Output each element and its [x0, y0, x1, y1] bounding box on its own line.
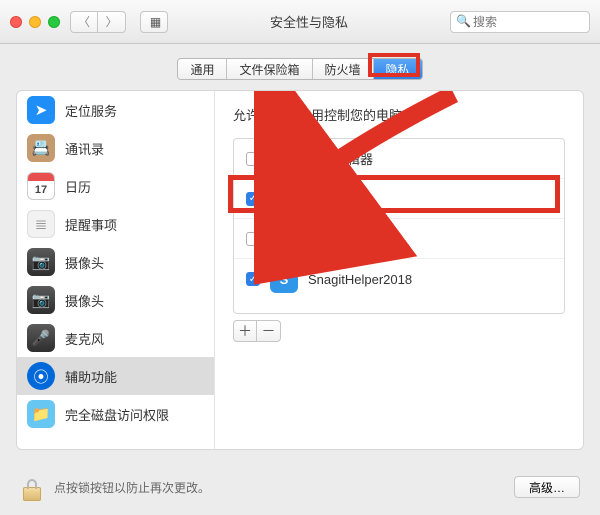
sidebar-icon: 🎤	[27, 324, 55, 352]
app-checkbox[interactable]: ✓	[246, 192, 260, 206]
close-icon[interactable]	[10, 16, 22, 28]
window-controls	[10, 16, 60, 28]
sidebar-item-label: 通讯录	[65, 139, 104, 158]
sidebar-item-label: 日历	[65, 177, 91, 196]
app-icon: ✎	[270, 145, 298, 173]
tab-0[interactable]: 通用	[178, 59, 227, 79]
app-name: Snagit 2018	[308, 231, 377, 246]
sidebar-icon: 📷	[27, 286, 55, 314]
app-name: AnyDesk	[308, 191, 360, 206]
search-wrap: 🔍	[450, 11, 590, 33]
sidebar-icon: ➤	[27, 96, 55, 124]
sidebar-item-label: 完全磁盘访问权限	[65, 405, 169, 424]
sidebar-icon: 📁	[27, 400, 55, 428]
sidebar-item-4[interactable]: 📷 摄像头	[17, 243, 214, 281]
sidebar-item-0[interactable]: ➤ 定位服务	[17, 91, 214, 129]
sidebar-item-label: 摄像头	[65, 253, 104, 272]
app-checkbox[interactable]	[246, 232, 260, 246]
search-input[interactable]	[450, 11, 590, 33]
footer: 点按锁按钮以防止再次更改。 高级…	[0, 459, 600, 515]
sidebar-item-label: 定位服务	[65, 101, 117, 120]
sidebar-item-2[interactable]: 17 日历	[17, 167, 214, 205]
sidebar-icon: 17	[27, 172, 55, 200]
app-name: 脚本编辑器	[308, 149, 373, 168]
tab-2[interactable]: 防火墙	[313, 59, 374, 79]
sidebar-item-1[interactable]: 📇 通讯录	[17, 129, 214, 167]
app-name: SnagitHelper2018	[308, 272, 412, 287]
sidebar-item-7[interactable]: ⦿ 辅助功能	[17, 357, 214, 395]
sidebar-item-label: 提醒事项	[65, 215, 117, 234]
content-heading: 允许下面的应用控制您的电脑。	[233, 105, 565, 124]
sidebar: ➤ 定位服务 📇 通讯录 17 日历 ≣ 提醒事项 📷 摄像头 📷 摄像头 🎤 麦克风 ⦿ 辅助功能 📁 完全磁盘…	[17, 91, 215, 449]
sidebar-item-5[interactable]: 📷 摄像头	[17, 281, 214, 319]
titlebar: 〈 〉 ▦ 安全性与隐私 🔍	[0, 0, 600, 44]
app-list: ✎ 脚本编辑器 ✓ ◆ AnyDesk S Snagit 2018 ✓ S SnagitHelpe…	[233, 138, 565, 314]
forward-button[interactable]: 〉	[98, 11, 126, 33]
app-row-0[interactable]: ✎ 脚本编辑器	[234, 139, 564, 179]
sidebar-item-label: 辅助功能	[65, 367, 117, 386]
content-area: 允许下面的应用控制您的电脑。 ✎ 脚本编辑器 ✓ ◆ AnyDesk S Snagit 20…	[215, 91, 583, 449]
app-row-1[interactable]: ✓ ◆ AnyDesk	[234, 179, 564, 219]
sidebar-icon: ⦿	[27, 362, 55, 390]
sidebar-icon: 📇	[27, 134, 55, 162]
app-row-2[interactable]: S Snagit 2018	[234, 219, 564, 259]
app-checkbox[interactable]	[246, 152, 260, 166]
back-button[interactable]: 〈	[70, 11, 98, 33]
app-icon: S	[270, 225, 298, 253]
sidebar-item-label: 麦克风	[65, 329, 104, 348]
sidebar-item-6[interactable]: 🎤 麦克风	[17, 319, 214, 357]
app-row-3[interactable]: ✓ S SnagitHelper2018	[234, 259, 564, 299]
add-button[interactable]: ＋	[233, 320, 257, 342]
minimize-icon[interactable]	[29, 16, 41, 28]
main-panel: ➤ 定位服务 📇 通讯录 17 日历 ≣ 提醒事项 📷 摄像头 📷 摄像头 🎤 麦克风 ⦿ 辅助功能 📁 完全磁盘…	[16, 90, 584, 450]
tab-3[interactable]: 隐私	[374, 59, 422, 79]
advanced-button[interactable]: 高级…	[514, 476, 580, 498]
lock-text: 点按锁按钮以防止再次更改。	[54, 479, 504, 496]
sidebar-item-3[interactable]: ≣ 提醒事项	[17, 205, 214, 243]
app-icon: ◆	[270, 185, 298, 213]
app-icon: S	[270, 265, 298, 293]
sidebar-icon: ≣	[27, 210, 55, 238]
show-all-button[interactable]: ▦	[140, 11, 168, 33]
lock-icon[interactable]	[20, 473, 44, 501]
remove-button[interactable]: －	[257, 320, 281, 342]
nav-buttons: 〈 〉	[70, 11, 126, 33]
tabs: 通用文件保险箱防火墙隐私	[0, 58, 600, 80]
zoom-icon[interactable]	[48, 16, 60, 28]
sidebar-item-label: 摄像头	[65, 291, 104, 310]
sidebar-item-8[interactable]: 📁 完全磁盘访问权限	[17, 395, 214, 433]
app-checkbox[interactable]: ✓	[246, 272, 260, 286]
tab-1[interactable]: 文件保险箱	[227, 59, 312, 79]
add-remove-group: ＋ －	[233, 320, 565, 342]
sidebar-icon: 📷	[27, 248, 55, 276]
window-title: 安全性与隐私	[178, 12, 440, 31]
